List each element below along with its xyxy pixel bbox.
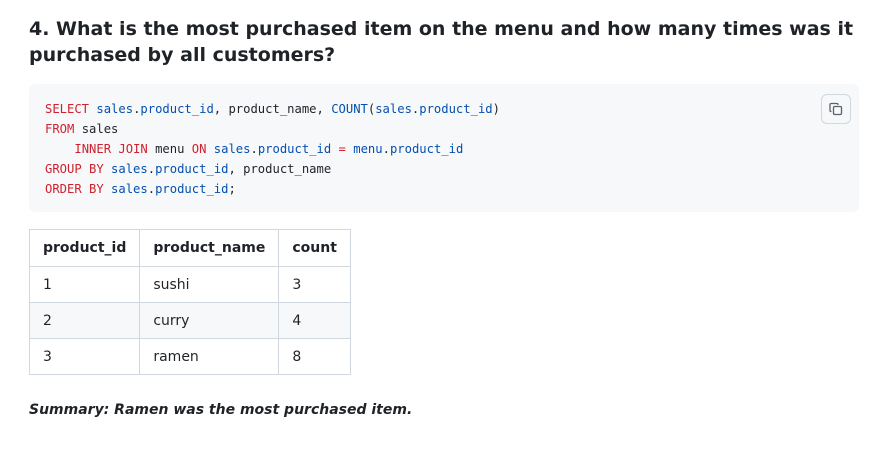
sql-text: . bbox=[147, 162, 156, 176]
copy-button[interactable] bbox=[821, 94, 851, 124]
summary-text: Summary: Ramen was the most purchased it… bbox=[29, 402, 413, 418]
sql-identifier: sales bbox=[96, 102, 134, 116]
sql-identifier: sales bbox=[375, 102, 412, 116]
sql-text: menu bbox=[147, 142, 192, 156]
sql-identifier: product_id bbox=[155, 182, 229, 196]
code-line: FROM sales bbox=[45, 119, 500, 139]
sql-text: , product_name bbox=[228, 162, 332, 176]
table-row: 2 curry 4 bbox=[28, 302, 351, 339]
code-line: GROUP BY sales.product_id, product_name bbox=[45, 159, 500, 179]
cell-product-name: ramen bbox=[139, 338, 280, 375]
result-table: product_id product_name count 1 sushi 3 … bbox=[28, 229, 351, 375]
sql-text: sales bbox=[74, 122, 119, 136]
cell-count: 3 bbox=[278, 266, 351, 303]
sql-text: ; bbox=[228, 182, 236, 196]
sql-keyword: ORDER BY bbox=[45, 182, 104, 196]
column-header-product-name: product_name bbox=[139, 229, 280, 267]
copy-icon bbox=[829, 102, 843, 116]
table-row: 1 sushi 3 bbox=[28, 266, 351, 303]
cell-product-name: curry bbox=[139, 302, 280, 339]
sql-identifier: product_id bbox=[140, 102, 214, 116]
sql-identifier: sales bbox=[213, 142, 251, 156]
sql-text: ) bbox=[492, 102, 500, 116]
code-line: ORDER BY sales.product_id; bbox=[45, 179, 500, 199]
cell-product-name: sushi bbox=[139, 266, 280, 303]
sql-identifier: sales bbox=[111, 162, 148, 176]
column-header-product-id: product_id bbox=[28, 229, 141, 267]
cell-count: 8 bbox=[278, 338, 351, 375]
cell-product-id: 1 bbox=[28, 266, 141, 303]
sql-keyword: GROUP BY bbox=[45, 162, 104, 176]
question-heading: 4. What is the most purchased item on th… bbox=[29, 18, 854, 66]
sql-code[interactable]: SELECT sales.product_id, product_name, C… bbox=[45, 99, 500, 199]
sql-identifier: product_id bbox=[389, 142, 464, 156]
sql-keyword: = bbox=[338, 142, 346, 156]
column-header-count: count bbox=[278, 229, 351, 267]
sql-keyword: ON bbox=[191, 142, 207, 156]
sql-text: . bbox=[382, 142, 390, 156]
sql-text: . bbox=[147, 182, 156, 196]
table-row: 3 ramen 8 bbox=[28, 338, 351, 375]
sql-identifier: sales bbox=[111, 182, 148, 196]
sql-text: . bbox=[250, 142, 258, 156]
code-line: INNER JOIN menu ON sales.product_id = me… bbox=[45, 139, 500, 159]
sql-identifier: product_id bbox=[257, 142, 332, 156]
sql-identifier: COUNT bbox=[331, 102, 368, 116]
cell-count: 4 bbox=[278, 302, 351, 339]
sql-keyword: INNER JOIN bbox=[74, 142, 148, 156]
sql-identifier: product_id bbox=[155, 162, 229, 176]
sql-identifier: menu bbox=[353, 142, 383, 156]
cell-product-id: 2 bbox=[28, 302, 141, 339]
sql-keyword: SELECT bbox=[45, 102, 90, 116]
table-header-row: product_id product_name count bbox=[28, 229, 351, 267]
sql-text: , product_name, bbox=[213, 102, 332, 116]
sql-code-block: SELECT sales.product_id, product_name, C… bbox=[29, 84, 859, 212]
cell-product-id: 3 bbox=[28, 338, 141, 375]
sql-keyword: FROM bbox=[45, 122, 75, 136]
code-line: SELECT sales.product_id, product_name, C… bbox=[45, 99, 500, 119]
sql-identifier: product_id bbox=[419, 102, 493, 116]
